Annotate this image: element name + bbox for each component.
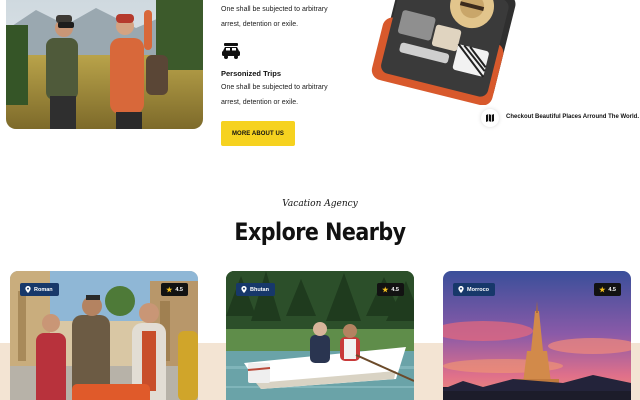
rating-value: 4.5 <box>608 286 616 293</box>
checkout-places-text: Checkout Beautiful Places Arround The Wo… <box>506 114 640 120</box>
location-pin-icon <box>458 286 464 293</box>
location-badge: Roman <box>20 283 59 296</box>
rating-value: 4.5 <box>175 286 183 293</box>
location-name: Roman <box>34 286 53 293</box>
feature-title: Personized Trips <box>221 69 282 78</box>
more-about-us-button[interactable]: MORE ABOUT US <box>221 121 295 146</box>
feature-description: One shall be subjected to arbitrary arre… <box>221 84 328 106</box>
location-name: Morroco <box>467 286 489 293</box>
suitcase-photo <box>356 0 526 105</box>
location-name: Bhutan <box>250 286 269 293</box>
destination-card-roman[interactable]: Roman ★ 4.5 <box>10 271 198 400</box>
location-badge: Morroco <box>453 283 495 296</box>
location-pin-icon <box>25 286 31 293</box>
location-badge: Bhutan <box>236 283 275 296</box>
car-icon <box>221 41 241 61</box>
map-icon <box>481 109 499 127</box>
destination-card-morroco[interactable]: Morroco ★ 4.5 <box>443 271 631 400</box>
section-title: Explore Nearby <box>234 218 406 246</box>
rating-badge: ★ 4.5 <box>161 283 188 296</box>
star-icon: ★ <box>599 286 606 294</box>
star-icon: ★ <box>382 286 389 294</box>
section-script-label: Vacation Agency <box>282 199 358 209</box>
rating-value: 4.5 <box>391 286 399 293</box>
location-pin-icon <box>241 286 247 293</box>
rating-badge: ★ 4.5 <box>377 283 404 296</box>
destination-card-bhutan[interactable]: Bhutan ★ 4.5 <box>226 271 414 400</box>
rating-badge: ★ 4.5 <box>594 283 621 296</box>
feature-description: One shall be subjected to arbitrary arre… <box>221 6 328 28</box>
hikers-photo <box>6 0 203 129</box>
star-icon: ★ <box>166 286 173 294</box>
